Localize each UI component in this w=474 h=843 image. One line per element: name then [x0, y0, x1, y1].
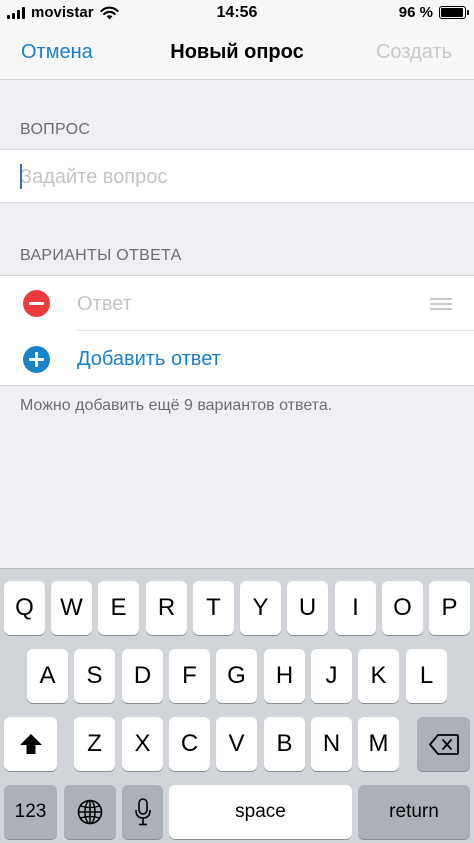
return-key[interactable]: return — [358, 785, 470, 839]
remove-answer-icon[interactable] — [23, 290, 50, 317]
shift-key[interactable] — [4, 717, 57, 771]
key-m[interactable]: M — [358, 717, 399, 771]
dictation-key[interactable] — [122, 785, 163, 839]
question-input[interactable] — [20, 162, 450, 192]
text-caret — [20, 164, 22, 189]
key-l[interactable]: L — [406, 649, 447, 703]
key-a[interactable]: A — [27, 649, 68, 703]
globe-key[interactable] — [64, 785, 116, 839]
create-button[interactable]: Создать — [376, 41, 452, 64]
add-icon — [23, 346, 50, 373]
key-g[interactable]: G — [216, 649, 257, 703]
key-z[interactable]: Z — [74, 717, 115, 771]
key-c[interactable]: C — [169, 717, 210, 771]
microphone-icon — [134, 798, 151, 826]
key-t[interactable]: T — [193, 581, 234, 635]
answers-footer-note: Можно добавить ещё 9 вариантов ответа. — [20, 397, 333, 414]
answers-group: Добавить ответ — [0, 275, 474, 386]
keyboard: Q W E R T Y U I O P A S D F G H J K L Z … — [0, 568, 474, 843]
key-j[interactable]: J — [311, 649, 352, 703]
key-w[interactable]: W — [51, 581, 92, 635]
key-n[interactable]: N — [311, 717, 352, 771]
nav-bar: Отмена Новый опрос Создать — [0, 26, 474, 80]
answer-input[interactable] — [77, 289, 407, 319]
numbers-key[interactable]: 123 — [4, 785, 57, 839]
backspace-icon — [428, 733, 459, 755]
globe-icon — [77, 799, 103, 825]
status-bar: movistar 14:56 96 % — [0, 0, 474, 26]
key-o[interactable]: O — [382, 581, 423, 635]
shift-icon — [19, 734, 42, 754]
delete-key[interactable] — [417, 717, 470, 771]
key-r[interactable]: R — [146, 581, 187, 635]
key-y[interactable]: Y — [240, 581, 281, 635]
key-d[interactable]: D — [122, 649, 163, 703]
status-right: 96 % — [398, 4, 469, 21]
key-v[interactable]: V — [216, 717, 257, 771]
reorder-handle-icon[interactable] — [430, 298, 452, 310]
space-key[interactable]: space — [169, 785, 352, 839]
key-h[interactable]: H — [264, 649, 305, 703]
key-i[interactable]: I — [335, 581, 376, 635]
question-cell — [0, 149, 474, 203]
battery-icon — [439, 6, 469, 19]
answers-section-header: ВАРИАНТЫ ОТВЕТА — [20, 247, 182, 264]
battery-fill — [441, 8, 464, 17]
add-answer-label: Добавить ответ — [77, 348, 221, 370]
question-section-header: ВОПРОС — [20, 121, 91, 138]
key-f[interactable]: F — [169, 649, 210, 703]
key-b[interactable]: B — [264, 717, 305, 771]
key-q[interactable]: Q — [4, 581, 45, 635]
key-u[interactable]: U — [287, 581, 328, 635]
battery-percent: 96 % — [398, 4, 433, 21]
add-answer-button[interactable]: Добавить ответ — [0, 331, 474, 387]
key-x[interactable]: X — [122, 717, 163, 771]
key-k[interactable]: K — [358, 649, 399, 703]
key-s[interactable]: S — [74, 649, 115, 703]
key-e[interactable]: E — [98, 581, 139, 635]
answer-row — [0, 276, 474, 331]
key-p[interactable]: P — [429, 581, 470, 635]
